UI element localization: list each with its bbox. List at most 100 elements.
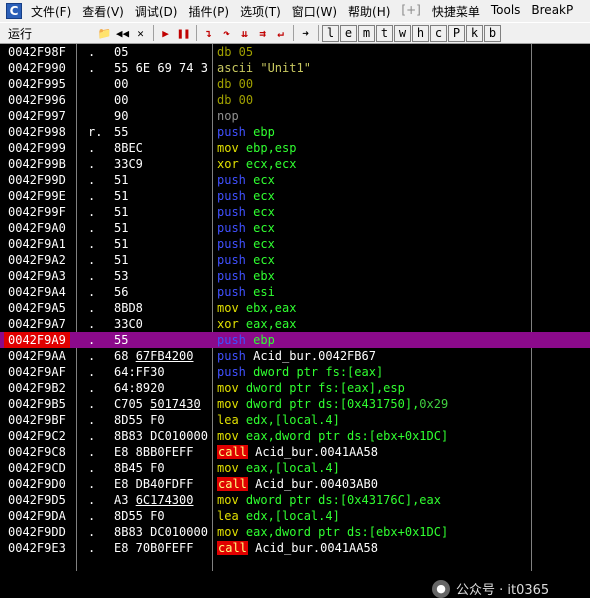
flow-marker: . [88, 413, 96, 427]
instruction-row[interactable]: 0042F9C2. 8B83 DC010000 mov eax,dword ptr … [0, 428, 590, 444]
hex-bytes: 68 67FB4200 [114, 349, 194, 363]
instruction-row[interactable]: 0042F997 90 nop [0, 108, 590, 124]
asm-token: 0x29 [419, 397, 449, 411]
instruction-row[interactable]: 0042F9A1. 51 push ecx [0, 236, 590, 252]
menu-item[interactable]: 调试(D) [132, 3, 186, 20]
menu-item[interactable]: 插件(P) [185, 3, 237, 20]
disassembly: nop [217, 108, 239, 124]
instruction-row[interactable]: 0042F9A0. 51 push ecx [0, 220, 590, 236]
address: 0042F9A2 [8, 253, 66, 267]
asm-token: dword ptr fs:[eax] [253, 365, 384, 379]
step-into-icon[interactable]: ↴ [200, 25, 217, 42]
disassembly: push ebx [217, 268, 275, 284]
disassembly: ascii "Unit1" [217, 60, 311, 76]
menu-bar: C 文件(F) 查看(V) 调试(D) 插件(P) 选项(T) 窗口(W) 帮助(H) [+]… [0, 0, 590, 22]
menu-item[interactable]: [+] [398, 3, 428, 20]
disassembly: db 00 [217, 92, 253, 108]
hex-bytes: 8B45 F0 [114, 461, 165, 475]
asm-token: ebp [253, 333, 275, 347]
window-button-w[interactable]: w [394, 24, 411, 42]
instruction-row[interactable]: 0042F99F. 51 push ecx [0, 204, 590, 220]
address: 0042F9AF [8, 365, 66, 379]
call-keyword: call [217, 541, 248, 555]
window-button-c[interactable]: c [430, 24, 447, 42]
instruction-row[interactable]: 0042F9E3. E8 70B0FEFF call Acid_bur.0041AA… [0, 540, 590, 556]
hex-bytes: 51 [114, 205, 129, 219]
flow-marker: . [88, 525, 96, 539]
instruction-row[interactable]: 0042F9D0. E8 DB40FDFF call Acid_bur.00403A… [0, 476, 590, 492]
instruction-row[interactable]: 0042F999. 8BEC mov ebp,esp [0, 140, 590, 156]
instruction-row[interactable]: 0042F995 00 db 00 [0, 76, 590, 92]
flow-marker: . [88, 45, 96, 59]
hex-bytes: 05 [114, 45, 129, 59]
asm-token: push [217, 349, 254, 363]
disassembly: push dword ptr fs:[eax] [217, 364, 383, 380]
window-button-e[interactable]: e [340, 24, 357, 42]
menu-item[interactable]: 文件(F) [28, 3, 79, 20]
rewind-icon[interactable]: ◀◀ [114, 25, 131, 42]
instruction-row[interactable]: 0042F9AA. 68 67FB4200 push Acid_bur.0042FB… [0, 348, 590, 364]
instruction-row[interactable]: 0042F9A4. 56 push esi [0, 284, 590, 300]
instruction-row[interactable]: 0042F9DA. 8D55 F0 lea edx,[local.4] [0, 508, 590, 524]
window-button-m[interactable]: m [358, 24, 375, 42]
disassembly: push ecx [217, 252, 275, 268]
instruction-row[interactable]: 0042F9A3. 53 push ebx [0, 268, 590, 284]
window-button-k[interactable]: k [466, 24, 483, 42]
instruction-row[interactable]: 0042F996 00 db 00 [0, 92, 590, 108]
instruction-row[interactable]: 0042F9A7. 33C0 xor eax,eax [0, 316, 590, 332]
window-button-P[interactable]: P [448, 24, 465, 42]
flow-marker: . [88, 477, 96, 491]
address: 0042F9B2 [8, 381, 66, 395]
instruction-row[interactable]: 0042F9D5. A3 6C174300 mov dword ptr ds:[0x… [0, 492, 590, 508]
instruction-row[interactable]: 0042F9C8. E8 8BB0FEFF call Acid_bur.0041AA… [0, 444, 590, 460]
asm-token: ecx [253, 173, 275, 187]
instruction-row[interactable]: 0042F9DD. 8B83 DC010000 mov eax,dword ptr … [0, 524, 590, 540]
menu-item[interactable]: 帮助(H) [345, 3, 398, 20]
close-icon[interactable]: ✕ [132, 25, 149, 42]
window-button-b[interactable]: b [484, 24, 501, 42]
separator [153, 25, 154, 41]
pause-icon[interactable]: ❚❚ [175, 25, 192, 42]
menu-item[interactable]: 选项(T) [237, 3, 289, 20]
instruction-row[interactable]: 0042F99B. 33C9 xor ecx,ecx [0, 156, 590, 172]
menu-item[interactable]: Tools [488, 3, 529, 20]
instruction-row[interactable]: 0042F9BF. 8D55 F0 lea edx,[local.4] [0, 412, 590, 428]
address: 0042F9A7 [8, 317, 66, 331]
asm-token: push [217, 365, 254, 379]
selected-instruction-row[interactable]: 0042F9A9. 55 push ebp [0, 332, 590, 348]
window-button-h[interactable]: h [412, 24, 429, 42]
instruction-row[interactable]: 0042F9AF. 64:FF30 push dword ptr fs:[eax] [0, 364, 590, 380]
trace-into-icon[interactable]: ⇊ [236, 25, 253, 42]
instruction-row[interactable]: 0042F9B2. 64:8920 mov dword ptr fs:[eax],e… [0, 380, 590, 396]
instruction-row[interactable]: 0042F9CD. 8B45 F0 mov eax,[local.4] [0, 460, 590, 476]
disassembly: mov dword ptr ds:[0x43176C],eax [217, 492, 441, 508]
address: 0042F995 [8, 77, 66, 91]
instruction-row[interactable]: 0042F9A5. 8BD8 mov ebx,eax [0, 300, 590, 316]
menu-item[interactable]: 查看(V) [79, 3, 132, 20]
instruction-row[interactable]: 0042F98F. 05 db 05 [0, 44, 590, 60]
menu-item[interactable]: 快捷菜单 [429, 3, 488, 20]
hex-bytes: 51 [114, 253, 129, 267]
run-icon[interactable]: ▶ [157, 25, 174, 42]
menu-item[interactable]: BreakP [528, 3, 581, 20]
address: 0042F9AA [8, 349, 66, 363]
window-button-l[interactable]: l [322, 24, 339, 42]
instruction-row[interactable]: 0042F998 r. 55 push ebp [0, 124, 590, 140]
menu-item[interactable]: 窗口(W) [289, 3, 345, 20]
instruction-row[interactable]: 0042F9A2. 51 push ecx [0, 252, 590, 268]
disassembly-pane[interactable]: 0042F98F. 05 db 05 0042F990. 55 6E 69 74 3 as… [0, 44, 590, 598]
instruction-row[interactable]: 0042F990. 55 6E 69 74 3 ascii "Unit1" [0, 60, 590, 76]
asm-token: lea [217, 413, 246, 427]
execute-till-return-icon[interactable]: ↵ [272, 25, 289, 42]
trace-over-icon[interactable]: ⇉ [254, 25, 271, 42]
instruction-row[interactable]: 0042F99E. 51 push ecx [0, 188, 590, 204]
instruction-row[interactable]: 0042F9B5. C705 5017430 mov dword ptr ds:[0… [0, 396, 590, 412]
hex-bytes: 51 [114, 189, 129, 203]
window-button-t[interactable]: t [376, 24, 393, 42]
disassembly: db 05 [217, 44, 253, 60]
goto-icon[interactable]: ➜ [297, 25, 314, 42]
instruction-row[interactable]: 0042F99D. 51 push ecx [0, 172, 590, 188]
hex-bytes: 53 [114, 269, 129, 283]
step-over-icon[interactable]: ↷ [218, 25, 235, 42]
open-folder-icon[interactable]: 📁 [96, 25, 113, 42]
